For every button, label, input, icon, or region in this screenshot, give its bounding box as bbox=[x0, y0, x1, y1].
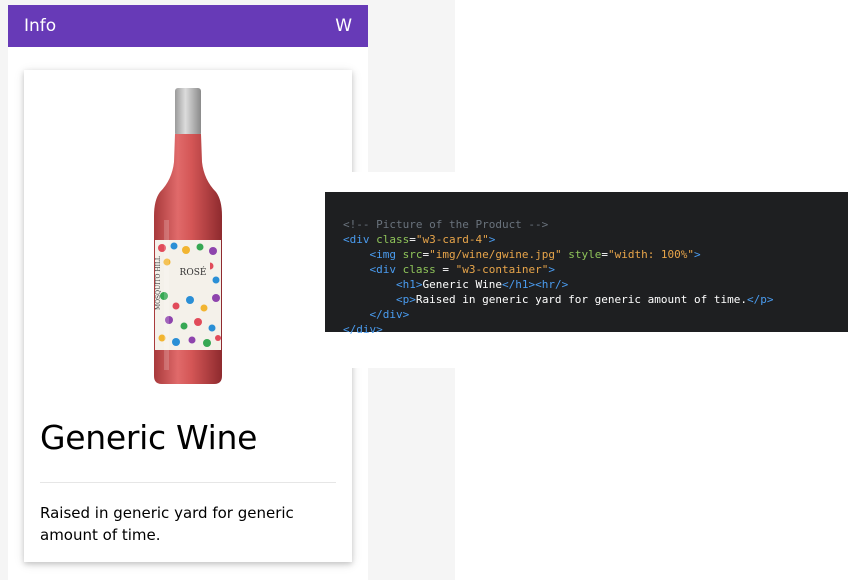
code-line: <!-- Picture of the Product --> bbox=[343, 217, 848, 232]
code-tag: <p> bbox=[395, 293, 416, 306]
code-line: <h1>Generic Wine</h1><hr/> bbox=[343, 277, 848, 292]
code-comment: <!-- Picture of the Product --> bbox=[343, 218, 549, 231]
code-tag: <img bbox=[369, 248, 403, 261]
bottle-label-text: ROSÉ bbox=[180, 266, 207, 278]
app-bar-w-button[interactable]: W bbox=[335, 16, 352, 36]
code-snippet: <!-- Picture of the Product --> <div clas… bbox=[325, 192, 848, 336]
code-attr: class bbox=[376, 233, 410, 246]
code-string: "img/wine/gwine.jpg" bbox=[429, 248, 562, 261]
code-tag: <div bbox=[343, 233, 377, 246]
code-tag: </div> bbox=[369, 308, 410, 321]
code-eq: = bbox=[409, 233, 416, 246]
bottle-brand-text: MOSQUITO HILL bbox=[155, 256, 162, 310]
code-attr: src bbox=[402, 248, 423, 261]
code-tag: > bbox=[488, 233, 496, 246]
product-description: Raised in generic yard for generic amoun… bbox=[40, 504, 294, 544]
code-tag: </h1><hr/> bbox=[501, 278, 569, 291]
code-tag: </p> bbox=[747, 293, 774, 306]
code-line: <p>Raised in generic yard for generic am… bbox=[343, 292, 848, 307]
code-tag: > bbox=[548, 263, 555, 276]
product-image: ROSÉ MOSQUITO HILL bbox=[24, 70, 352, 390]
app-bar-title: Info bbox=[24, 16, 57, 36]
title-divider bbox=[40, 482, 336, 483]
code-line: <div class="w3-card-4"> bbox=[343, 232, 848, 247]
top-app-bar: Info W bbox=[8, 5, 368, 47]
code-line: <img src="img/wine/gwine.jpg" style="wid… bbox=[343, 247, 848, 262]
code-tag: <h1> bbox=[395, 278, 423, 291]
code-string: "w3-container" bbox=[455, 263, 549, 276]
code-tag: > bbox=[694, 248, 701, 261]
code-attr: class bbox=[402, 263, 436, 276]
wine-bottle-icon: ROSÉ MOSQUITO HILL bbox=[154, 88, 222, 384]
code-line: <div class = "w3-container"> bbox=[343, 262, 848, 277]
code-tag: <div bbox=[369, 263, 403, 276]
code-text: Raised in generic yard for generic amoun… bbox=[415, 293, 747, 306]
code-line: </div> bbox=[343, 322, 848, 337]
code-eq: = bbox=[435, 263, 456, 276]
screenshot-stage: Info W ROSÉ MOSQUITO HILL Generic Wine R… bbox=[0, 0, 863, 580]
code-tag: </div> bbox=[343, 323, 383, 336]
code-eq: = bbox=[601, 248, 608, 261]
code-string: "width: 100%" bbox=[607, 248, 695, 261]
code-string: "w3-card-4" bbox=[415, 233, 489, 246]
code-line: </div> bbox=[343, 307, 848, 322]
product-title: Generic Wine bbox=[40, 418, 258, 457]
code-text: Generic Wine bbox=[422, 278, 502, 291]
product-card: ROSÉ MOSQUITO HILL Generic Wine Raised i… bbox=[24, 70, 352, 562]
code-attr: style bbox=[568, 248, 602, 261]
